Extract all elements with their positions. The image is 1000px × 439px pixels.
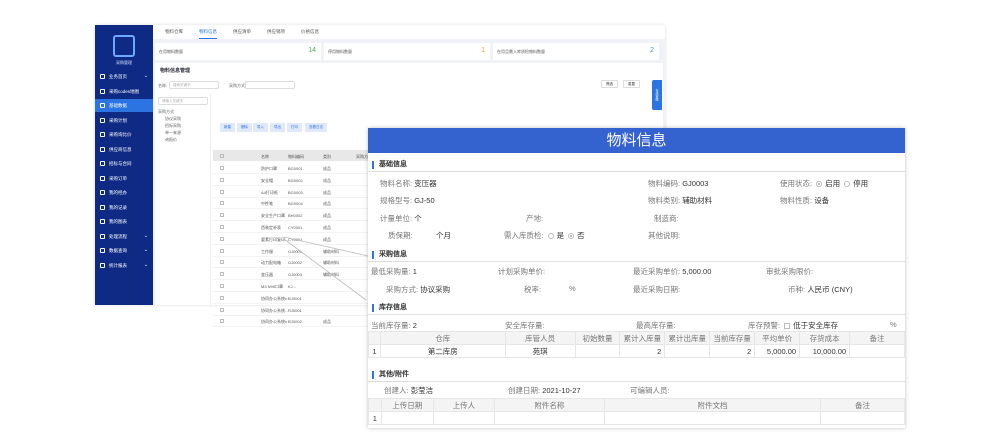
warranty-label: 质保期: [388,231,413,240]
column-header: 累计出库量 [664,331,711,345]
origin-label: 产地: [526,214,544,223]
dialog-title: 物料信息 [368,128,905,153]
section-other: 其他/附件 [372,371,409,379]
label: 库存预警: [748,321,781,330]
index-header [368,398,382,412]
label: 创建日期: [508,386,541,395]
maker-label: 制造商: [654,214,679,223]
table-row: 1 第二库房 苑琪 2 2 5,000.00 10,000.00 [368,344,905,358]
column-header: 备注 [820,398,905,412]
label: 物料编码: [648,179,681,188]
cell[interactable] [603,411,822,425]
cell[interactable] [664,344,711,358]
column-header: 附件文档 [603,398,822,412]
label: 物料类别: [648,196,681,205]
label: 需入库质检: [504,231,544,240]
label: 采购方式: [386,285,419,294]
index-header [368,331,381,345]
column-header: 初始数量 [574,331,621,345]
limit-price-label: 审批采购限价: [766,267,814,276]
column-header: 上传人 [433,398,495,412]
label: 物料名称: [380,179,413,188]
cell[interactable]: 第二库房 [379,344,506,358]
cell[interactable]: 1 [368,411,382,425]
label: 创建人: [384,386,409,395]
column-header: 当前库存量 [709,331,756,345]
radio-disabled[interactable] [844,181,851,188]
percent-sign: % [890,320,897,329]
radio-label: 停用 [853,179,869,188]
radio-enabled[interactable] [816,181,823,188]
last-date-label: 最近采购日期: [633,285,681,294]
editor-label: 可编辑人员: [630,386,670,395]
header-row: 上传日期 上传人 附件名称 附件文档 备注 [368,398,905,412]
section-stock: 库存信息 [372,304,407,312]
tax-label: 税率: [524,285,542,294]
warranty-unit: 个月 [436,231,451,240]
column-header: 备注 [849,331,905,345]
create-date: 2021-10-27 [542,386,581,395]
plan-price-label: 计划采购单价: [498,267,546,276]
header-row: 仓库 库管人员 初始数量 累计入库量 累计出库量 当前库存量 平均单价 存货成本 备注 [368,331,905,345]
label: 当前库存量: [371,321,411,330]
cell[interactable]: 5,000.00 [754,344,801,358]
radio-qc-yes[interactable] [547,233,554,240]
column-header: 库管人员 [504,331,576,345]
cell[interactable] [493,411,605,425]
cell[interactable] [380,411,435,425]
cell[interactable]: 苑琪 [504,344,576,358]
stock-warning-checkbox[interactable] [784,323,791,330]
cell[interactable] [820,411,905,425]
column-header: 平均单价 [754,331,801,345]
label: 使用状态: [780,179,813,188]
label: 币种: [788,285,806,294]
creator: 彭莹洁 [410,386,434,395]
radio-label: 否 [577,231,585,240]
currency: 人民币 (CNY) [807,285,853,294]
column-header: 上传日期 [380,398,435,412]
nature: 设备 [814,196,830,205]
column-header: 存货成本 [799,331,851,345]
cell[interactable]: 10,000.00 [799,344,851,358]
cell[interactable] [849,344,905,358]
safe-stock-label: 安全库存量: [505,321,545,330]
min-qty: 1 [412,267,417,276]
label: 最近采购单价: [633,267,681,276]
cell[interactable]: 2 [619,344,666,358]
cell[interactable]: 1 [368,344,381,358]
last-price: 5,000.00 [682,267,712,276]
section-basic: 基础信息 [372,161,407,169]
stock-table: 仓库 库管人员 初始数量 累计入库量 累计出库量 当前库存量 平均单价 存货成本 备注 1 第二库房… [368,331,905,358]
table-row: 1 [368,411,905,425]
attachment-table: 上传日期 上传人 附件名称 附件文档 备注 1 [368,398,905,425]
cell[interactable] [574,344,621,358]
label: 最低采购量: [371,267,411,276]
material-name: 变压器 [414,179,437,188]
column-header: 累计入库量 [619,331,666,345]
material-code: GJ0003 [682,179,709,188]
other-label: 其他说明: [648,231,681,240]
category: 辅助材料 [682,196,713,205]
cell[interactable]: 2 [709,344,756,358]
section-purchase: 采购信息 [372,251,407,259]
column-header: 附件名称 [493,398,605,412]
purchase-method: 协议采购 [420,285,451,294]
checkbox-label: 低于安全库存 [793,321,839,330]
material-detail-dialog: 物料信息 基础信息 物料名称: 变压器 物料编码: GJ0003 使用状态: 启用… [368,128,905,428]
radio-qc-no[interactable] [568,233,575,240]
label: 物料性质: [780,196,813,205]
tax-unit: % [569,284,576,293]
column-header: 仓库 [379,331,506,345]
label: 计量单位: [380,214,413,223]
max-stock-label: 最高库存量: [636,321,676,330]
current-stock: 2 [412,321,417,330]
spec-model: GJ-50 [414,196,435,205]
radio-label: 启用 [825,179,841,188]
radio-label: 是 [556,231,565,240]
label: 规格型号: [380,196,413,205]
unit: 个 [414,214,422,223]
cell[interactable] [433,411,495,425]
